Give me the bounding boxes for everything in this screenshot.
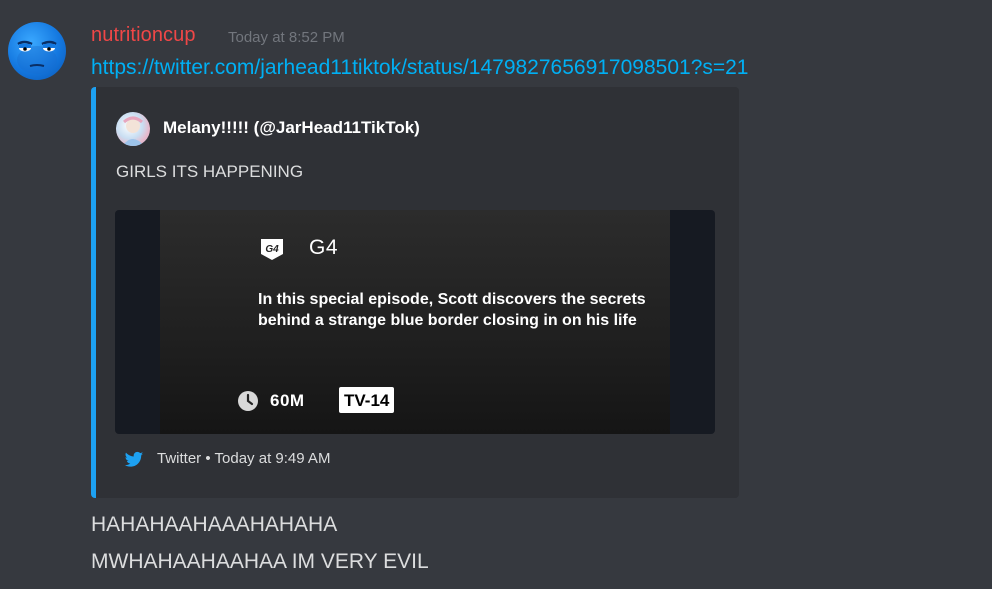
footer-separator: • — [205, 450, 211, 467]
tweet-link[interactable]: https://twitter.com/jarhead11tiktok/stat… — [91, 56, 749, 80]
footer-time: Today at 9:49 AM — [214, 450, 331, 467]
network-name: G4 — [309, 236, 339, 259]
episode-duration: 60M — [270, 391, 305, 410]
blue-smiley-avatar-icon — [17, 40, 57, 74]
username[interactable]: nutritioncup — [91, 24, 196, 47]
message-timestamp: Today at 8:52 PM — [228, 29, 345, 46]
embed-description: GIRLS ITS HAPPENING — [116, 162, 304, 181]
chat-message: nutritioncup Today at 8:52 PM https://tw… — [0, 0, 992, 589]
twitter-bird-icon — [124, 451, 144, 467]
embed-author-avatar[interactable] — [116, 112, 150, 146]
twitter-embed: Melany!!!!! (@JarHead11TikTok) GIRLS ITS… — [91, 87, 739, 498]
message-line-1: HAHAHAAHAAAHAHAHA — [91, 513, 338, 536]
rating-badge: TV-14 — [339, 387, 395, 413]
episode-description: In this special episode, Scott discovers… — [258, 291, 646, 329]
embed-image[interactable]: G4 G4 In this special episode, Scott dis… — [115, 210, 715, 434]
footer-source: Twitter — [157, 450, 202, 467]
user-avatar[interactable] — [8, 22, 66, 80]
g4-logo-icon: G4 — [261, 239, 283, 260]
message-line-2: MWHAHAAHAAHAA IM VERY EVIL — [91, 550, 429, 573]
profile-picture-icon — [122, 116, 144, 146]
clock-icon — [238, 391, 258, 411]
embed-footer: Twitter • Today at 9:49 AM — [157, 450, 330, 467]
embed-author[interactable]: Melany!!!!! (@JarHead11TikTok) — [163, 118, 420, 138]
episode-info-panel: G4 G4 In this special episode, Scott dis… — [160, 210, 670, 434]
g4-logo-text: G4 — [265, 244, 279, 255]
